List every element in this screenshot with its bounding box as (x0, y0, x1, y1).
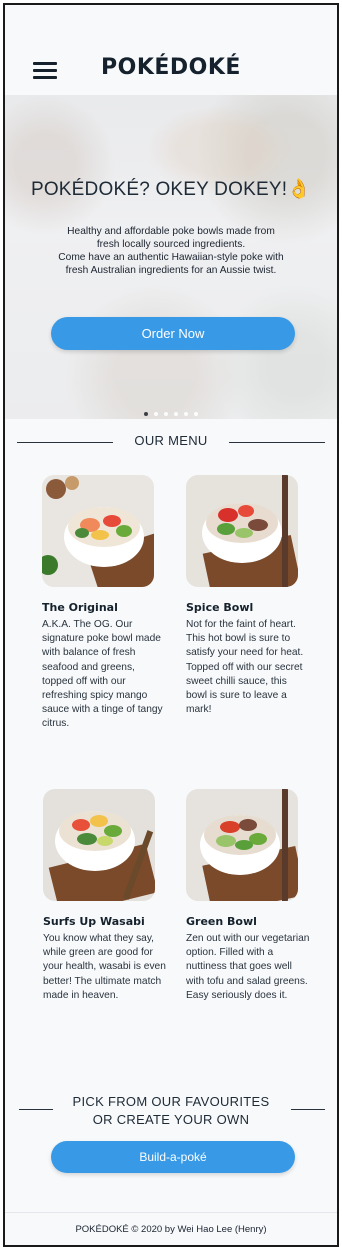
ok-hand-icon: 👌 (287, 179, 312, 200)
build-a-poke-button[interactable]: Build-a-poké (51, 1141, 295, 1173)
favourites-heading-line-1: PICK FROM OUR FAVOURITES (72, 1094, 270, 1109)
menu-item-description: Not for the faint of heart. This hot bow… (186, 619, 304, 716)
menu-item-title: The Original (42, 601, 118, 614)
menu-item-description: A.K.A. The OG. Our signature poke bowl m… (42, 619, 163, 730)
menu-item-image[interactable] (43, 789, 155, 901)
carousel-dot-4[interactable] (174, 412, 178, 416)
menu-item-image[interactable] (186, 475, 298, 587)
menu-item-title: Surfs Up Wasabi (43, 915, 145, 928)
menu-item-title: Green Bowl (186, 915, 257, 928)
menu-item-green-bowl[interactable]: Green Bowl Zen out with our vegetarian o… (186, 789, 310, 1003)
hero-text-line: fresh Australian ingredients for an Auss… (65, 265, 277, 276)
menu-item-spice-bowl[interactable]: Spice Bowl Not for the faint of heart. T… (186, 475, 310, 717)
favourites-heading: PICK FROM OUR FAVOURITES OR CREATE YOUR … (57, 1093, 285, 1129)
carousel-dot-1[interactable] (144, 412, 148, 416)
our-menu-heading-text: OUR MENU (134, 433, 208, 448)
menu-item-image[interactable] (186, 789, 298, 901)
menu-item-the-original[interactable]: The Original A.K.A. The OG. Our signatur… (42, 475, 166, 732)
carousel-dots (5, 403, 337, 416)
heading-divider-right (229, 442, 325, 443)
menu-item-surfs-up-wasabi[interactable]: Surfs Up Wasabi You know what they say, … (43, 789, 167, 1003)
site-header: POKÉDOKÉ (5, 5, 337, 97)
hero-title: POKÉDOKÉ? OKEY DOKEY!👌 (5, 177, 337, 201)
phone-frame: POKÉDOKÉ POKÉDOKÉ? OKEY DOKEY!👌 Healthy … (3, 3, 339, 1247)
menu-item-description: Zen out with our vegetarian option. Fill… (186, 933, 310, 1001)
hero-description: Healthy and affordable poke bowls made f… (35, 225, 307, 277)
site-logo[interactable]: POKÉDOKÉ (5, 55, 337, 80)
carousel-dot-2[interactable] (154, 412, 158, 416)
site-footer: POKÉDOKÉ © 2020 by Wei Hao Lee (Henry) (5, 1212, 337, 1245)
carousel-dot-5[interactable] (184, 412, 188, 416)
order-now-button[interactable]: Order Now (51, 317, 295, 350)
menu-item-description: You know what they say, while green are … (43, 933, 166, 1001)
hero-banner: POKÉDOKÉ? OKEY DOKEY!👌 Healthy and affor… (5, 95, 337, 419)
hero-text-line: fresh locally sourced ingredients. (96, 239, 246, 250)
carousel-dot-6[interactable] (194, 412, 198, 416)
favourites-divider-right (291, 1109, 325, 1110)
hero-text-line: Healthy and affordable poke bowls made f… (67, 226, 275, 237)
hero-text-line: Come have an authentic Hawaiian-style po… (58, 252, 284, 263)
carousel-dot-3[interactable] (164, 412, 168, 416)
favourites-divider-left (19, 1109, 53, 1110)
menu-item-image[interactable] (42, 475, 154, 587)
menu-item-title: Spice Bowl (186, 601, 254, 614)
our-menu-heading: OUR MENU (5, 433, 337, 455)
favourites-heading-line-2: OR CREATE YOUR OWN (92, 1112, 250, 1127)
hero-title-text: POKÉDOKÉ? OKEY DOKEY! (30, 179, 288, 200)
